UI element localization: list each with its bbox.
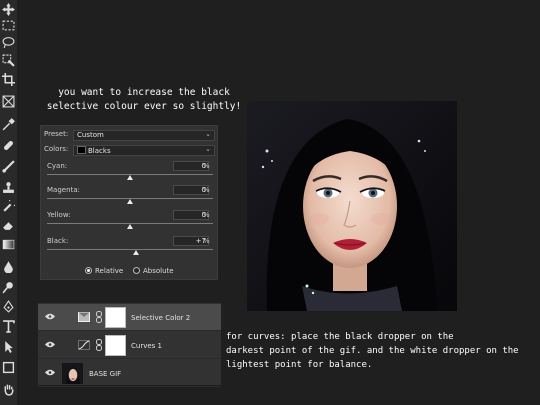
- relative-radio[interactable]: Relative: [85, 267, 123, 275]
- tools-panel: [0, 0, 17, 405]
- absolute-radio[interactable]: Absolute: [133, 267, 174, 275]
- crop-tool-icon[interactable]: [0, 70, 17, 88]
- layer-name: BASE GIF: [89, 370, 122, 378]
- layer-base-gif[interactable]: BASE GIF: [38, 360, 221, 387]
- eye-visibility-icon[interactable]: [45, 313, 55, 320]
- chevron-down-icon: ⌄: [205, 130, 211, 138]
- relative-label: Relative: [95, 267, 124, 275]
- cyan-unit: %: [203, 162, 210, 170]
- layer-selective-color-2[interactable]: Selective Color 2: [38, 304, 221, 331]
- colors-label: Colors:: [44, 145, 69, 153]
- cyan-slider-handle[interactable]: [127, 175, 133, 180]
- stamp-tool-icon[interactable]: [0, 178, 17, 196]
- curves-adjustment-icon: [78, 340, 90, 350]
- colors-dropdown[interactable]: Blacks ⌄: [73, 145, 215, 156]
- eye-visibility-icon[interactable]: [45, 369, 55, 376]
- yellow-label: Yellow:: [47, 211, 71, 219]
- eraser-tool-icon[interactable]: [0, 216, 17, 234]
- pen-tool-icon[interactable]: [0, 297, 17, 315]
- brush-tool-icon[interactable]: [0, 157, 17, 175]
- shape-tool-icon[interactable]: [0, 358, 17, 376]
- black-label: Black:: [47, 237, 69, 245]
- selective-color-properties-panel: Preset: Custom ⌄ Colors: Blacks ⌄ Cyan: …: [40, 125, 218, 280]
- colors-value: Blacks: [88, 147, 111, 155]
- black-swatch-icon: [77, 146, 86, 154]
- quick-select-tool-icon[interactable]: [0, 51, 17, 69]
- magenta-slider-handle[interactable]: [127, 199, 133, 204]
- eye-visibility-icon[interactable]: [45, 341, 55, 348]
- cyan-label: Cyan:: [47, 162, 68, 170]
- layer-name: Curves 1: [131, 342, 162, 350]
- chevron-down-icon: ⌄: [205, 145, 211, 153]
- layers-panel: Selective Color 2 Curves 1 BASE GIF: [38, 303, 221, 387]
- blur-tool-icon[interactable]: [0, 257, 17, 275]
- type-tool-icon[interactable]: [0, 317, 17, 335]
- selective-color-adjustment-icon: [78, 312, 90, 322]
- magenta-label: Magenta:: [47, 186, 80, 194]
- layer-curves-1[interactable]: Curves 1: [38, 332, 221, 359]
- path-select-tool-icon[interactable]: [0, 337, 17, 355]
- black-slider-handle[interactable]: [132, 250, 139, 255]
- marquee-tool-icon[interactable]: [0, 16, 17, 34]
- preset-label: Preset:: [44, 130, 69, 138]
- lasso-tool-icon[interactable]: [0, 33, 17, 51]
- link-icon[interactable]: [96, 339, 102, 351]
- base-gif-thumbnail[interactable]: [62, 363, 83, 384]
- black-unit: %: [203, 237, 210, 245]
- layer-name: Selective Color 2: [131, 314, 191, 322]
- hand-tool-icon[interactable]: [0, 380, 17, 398]
- layer-mask-thumbnail[interactable]: [105, 335, 126, 356]
- link-icon[interactable]: [96, 311, 102, 323]
- annotation-selective-color: you want to increase the black selective…: [46, 87, 242, 112]
- magenta-unit: %: [203, 186, 210, 194]
- dodge-tool-icon[interactable]: [0, 278, 17, 296]
- radio-selected-icon: [85, 267, 92, 274]
- preset-value: Custom: [77, 131, 104, 139]
- healing-tool-icon[interactable]: [0, 136, 17, 154]
- yellow-slider-handle[interactable]: [127, 224, 133, 229]
- annotation-curves: for curves: place the black dropper on t…: [226, 332, 519, 370]
- yellow-unit: %: [203, 211, 210, 219]
- preset-dropdown[interactable]: Custom ⌄: [73, 130, 215, 141]
- frame-tool-icon[interactable]: [0, 92, 17, 110]
- canvas-image-portrait: [247, 101, 457, 311]
- radio-unselected-icon: [133, 267, 140, 274]
- eyedropper-tool-icon[interactable]: [0, 115, 17, 133]
- history-brush-tool-icon[interactable]: [0, 197, 17, 215]
- layer-mask-thumbnail[interactable]: [105, 307, 126, 328]
- gradient-tool-icon[interactable]: [0, 235, 17, 253]
- black-slider-track[interactable]: [47, 249, 213, 250]
- absolute-label: Absolute: [143, 267, 174, 275]
